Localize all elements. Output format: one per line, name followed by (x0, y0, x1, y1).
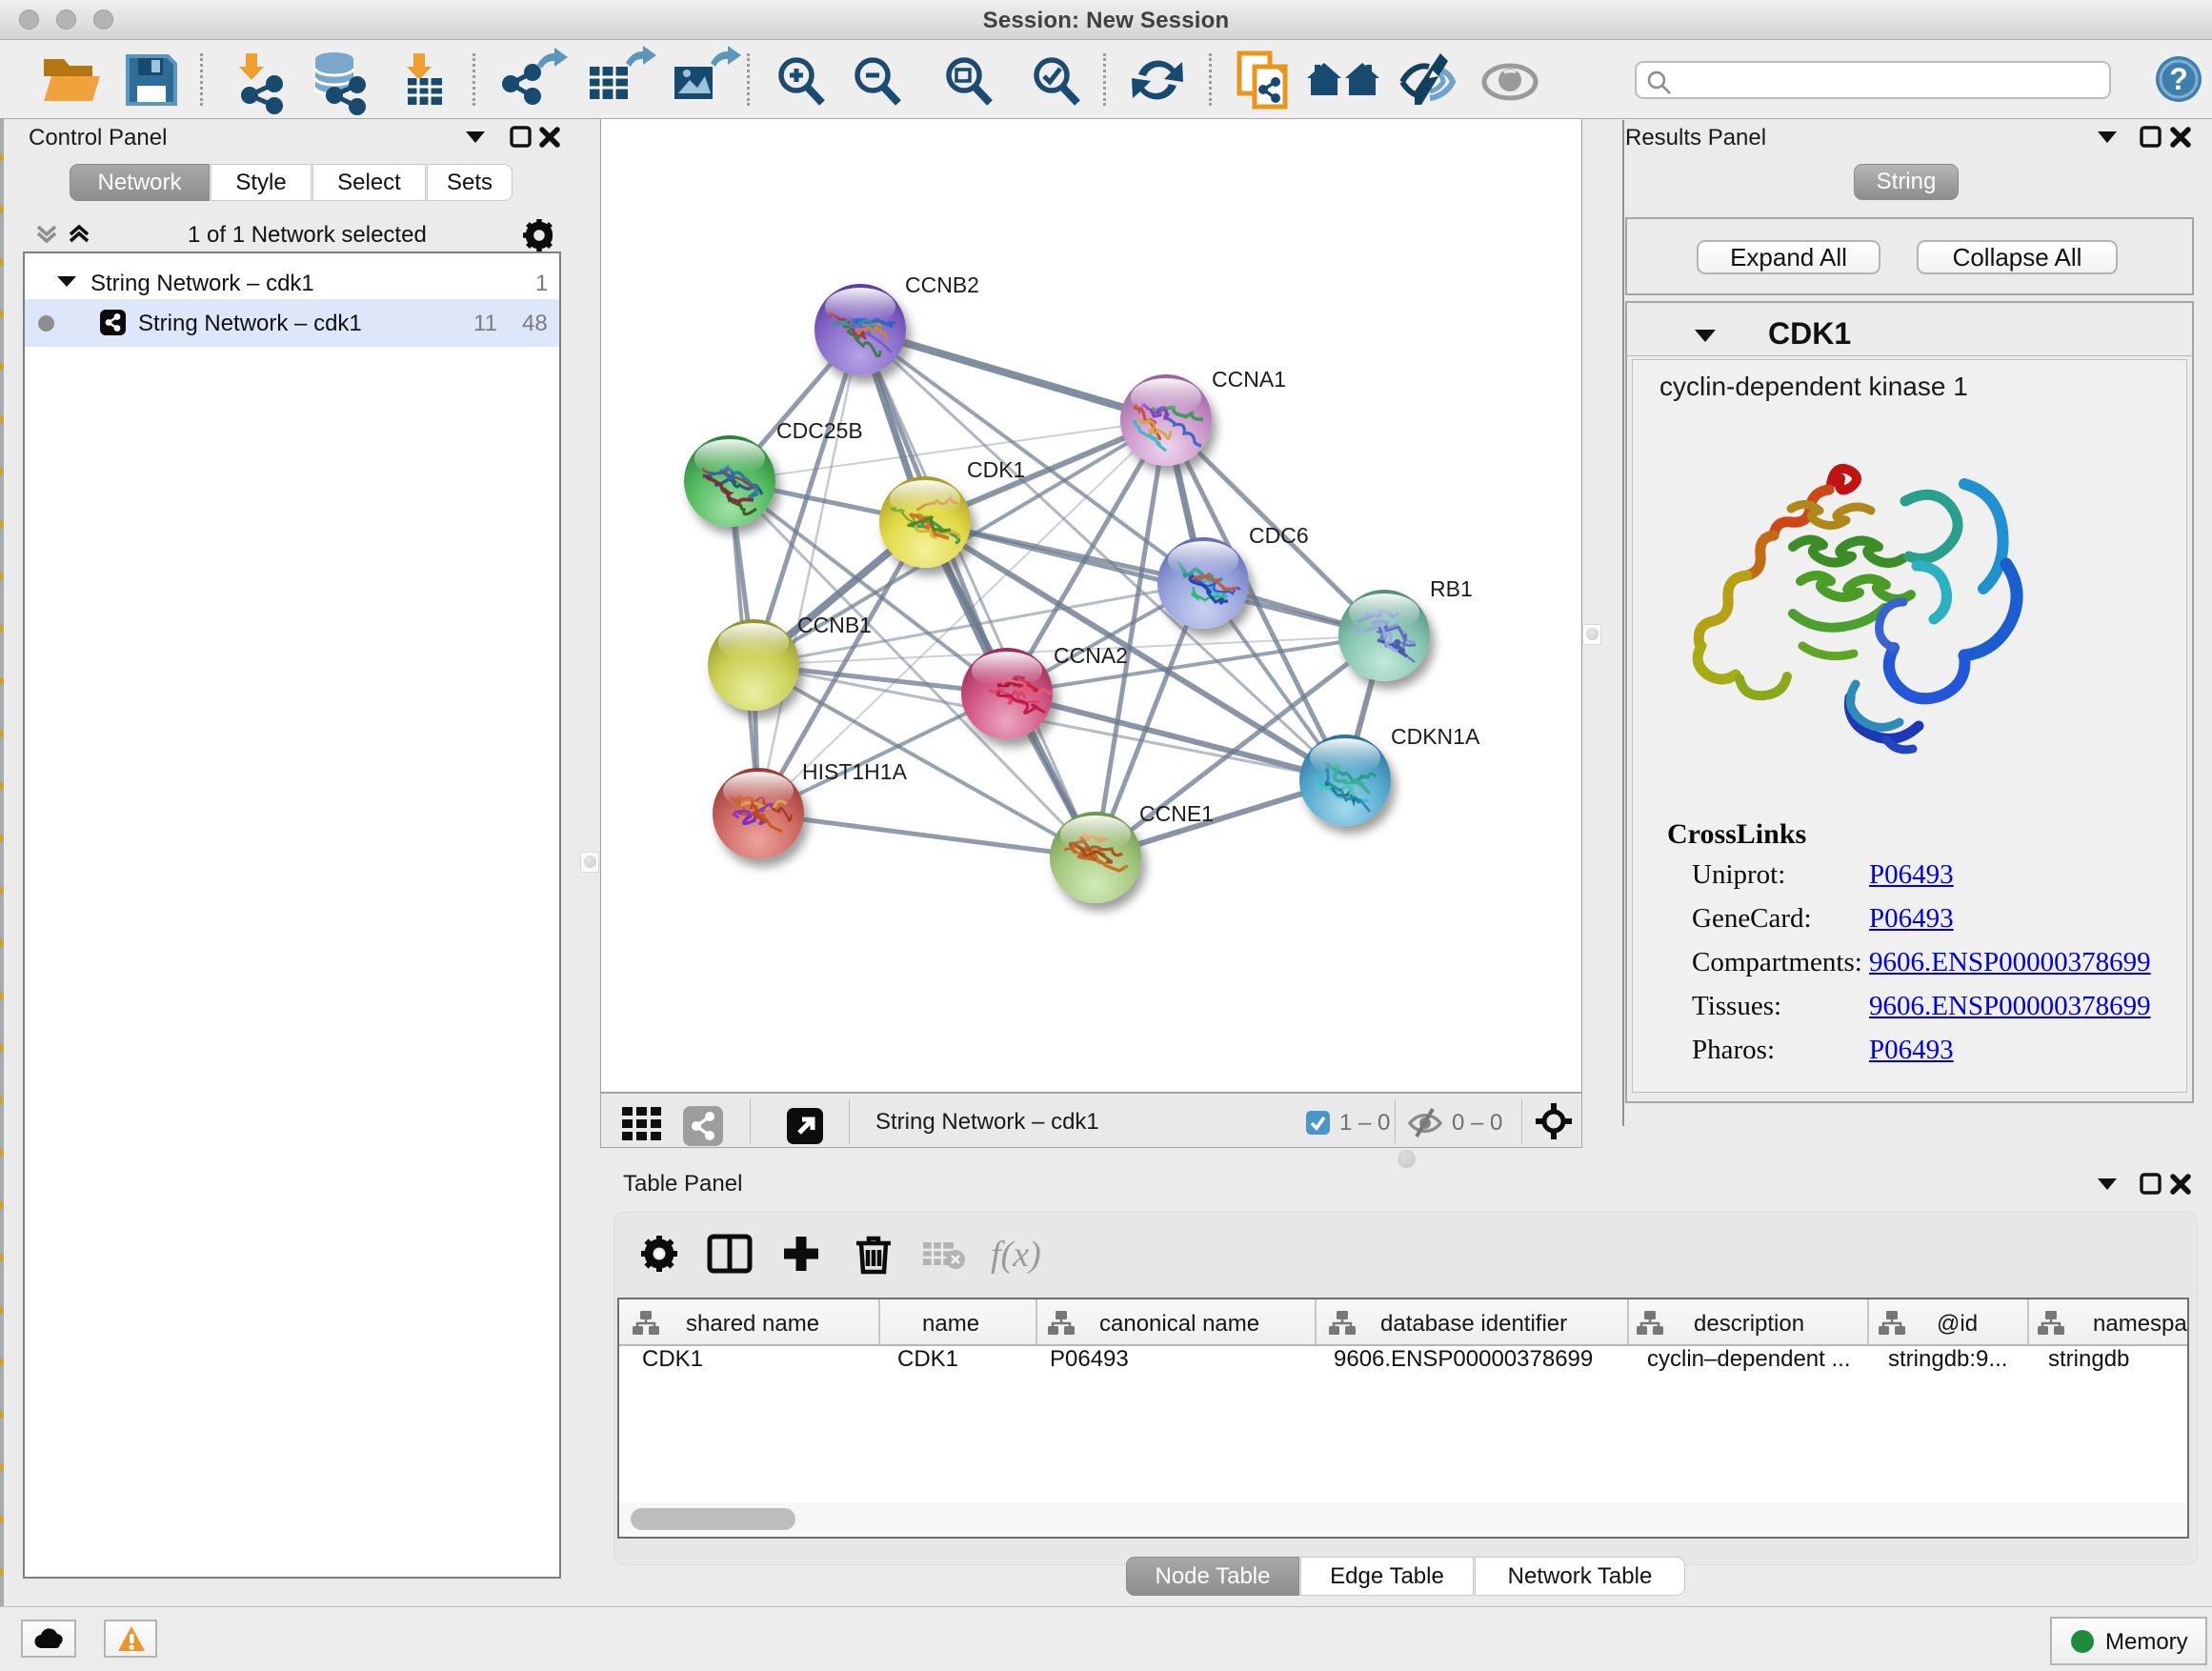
svg-text:?: ? (2169, 62, 2188, 96)
svg-text:description: description (1694, 1311, 1804, 1337)
svg-text:name: name (922, 1311, 979, 1337)
svg-text:@id: @id (1937, 1311, 1978, 1337)
svg-text:shared name: shared name (686, 1311, 819, 1337)
svg-text:canonical name: canonical name (1099, 1311, 1259, 1337)
svg-text:database identifier: database identifier (1380, 1311, 1567, 1337)
svg-text:namespace: namespace (2093, 1311, 2187, 1337)
